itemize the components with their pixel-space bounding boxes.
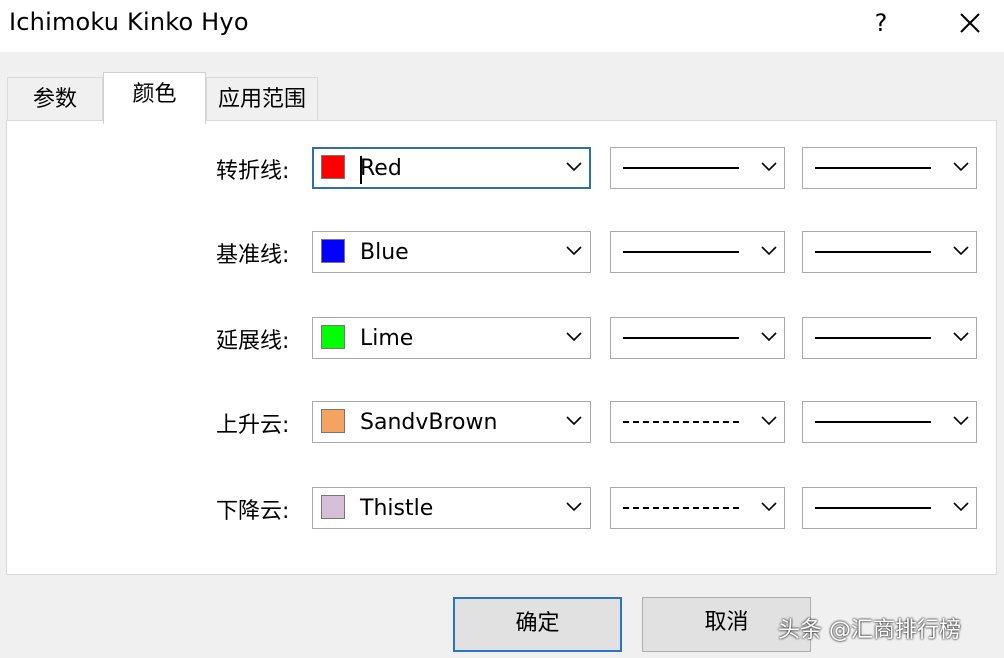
tab-colors[interactable]: 颜色	[103, 72, 206, 124]
chevron-down-icon	[761, 246, 777, 256]
chevron-down-icon	[761, 416, 777, 426]
chevron-down-icon	[566, 332, 582, 342]
line-width-select[interactable]	[802, 147, 977, 189]
color-select[interactable]: Red	[312, 147, 591, 189]
close-icon	[960, 13, 980, 33]
color-name: Thistle	[360, 496, 434, 521]
line-width-select[interactable]	[802, 317, 977, 359]
title-bar: Ichimoku Kinko Hyo ?	[0, 0, 1004, 52]
color-name: Red	[360, 156, 402, 181]
chevron-down-icon	[953, 246, 969, 256]
line-width-select[interactable]	[802, 231, 977, 273]
tab-scope[interactable]: 应用范围	[206, 77, 318, 121]
row-tenkan: 转折线: Red	[0, 147, 1004, 189]
line-style-preview	[623, 507, 739, 511]
watermark: 头条 @汇商排行榜	[778, 618, 961, 643]
color-name: Lime	[360, 326, 414, 351]
color-select[interactable]: Blue	[312, 231, 591, 273]
chevron-down-icon	[761, 502, 777, 512]
row-chikou: 延展线: Lime	[0, 317, 1004, 359]
line-style-select[interactable]	[610, 487, 785, 529]
line-width-preview	[815, 507, 931, 511]
chevron-down-icon	[953, 416, 969, 426]
line-width-preview	[815, 337, 931, 341]
help-icon: ?	[874, 9, 888, 37]
line-style-select[interactable]	[610, 147, 785, 189]
chevron-down-icon	[566, 416, 582, 426]
line-width-preview	[815, 167, 931, 171]
row-label: 延展线:	[216, 329, 290, 354]
tab-parameters[interactable]: 参数	[7, 77, 103, 121]
chevron-down-icon	[953, 162, 969, 172]
color-swatch	[321, 409, 345, 433]
line-width-select[interactable]	[802, 487, 977, 529]
line-style-select[interactable]	[610, 317, 785, 359]
color-name: Blue	[360, 240, 409, 265]
row-label: 基准线:	[216, 243, 290, 268]
chevron-down-icon	[566, 502, 582, 512]
line-width-select[interactable]	[802, 401, 977, 443]
color-swatch	[321, 239, 345, 263]
color-swatch	[321, 495, 345, 519]
line-style-preview	[623, 337, 739, 341]
color-name: SandvBrown	[360, 410, 498, 435]
line-style-select[interactable]	[610, 401, 785, 443]
line-style-select[interactable]	[610, 231, 785, 273]
color-swatch	[321, 325, 345, 349]
color-swatch	[321, 155, 345, 179]
tab-label: 应用范围	[217, 87, 306, 112]
ok-button[interactable]: 确定	[453, 597, 622, 652]
color-select[interactable]: SandvBrown	[312, 401, 591, 443]
line-width-preview	[815, 251, 931, 255]
chevron-down-icon	[566, 246, 582, 256]
close-button[interactable]	[952, 6, 988, 40]
tab-label: 参数	[32, 87, 77, 112]
chevron-down-icon	[953, 332, 969, 342]
row-label: 上升云:	[216, 413, 290, 438]
chevron-down-icon	[761, 332, 777, 342]
row-label: 下降云:	[216, 499, 290, 524]
line-style-preview	[623, 167, 739, 171]
row-down-cloud: 下降云: Thistle	[0, 487, 1004, 529]
chevron-down-icon	[761, 162, 777, 172]
row-up-cloud: 上升云: SandvBrown	[0, 401, 1004, 443]
row-kijun: 基准线: Blue	[0, 231, 1004, 273]
chevron-down-icon	[953, 502, 969, 512]
line-style-preview	[623, 251, 739, 255]
tab-label: 颜色	[132, 82, 177, 107]
line-style-preview	[623, 421, 739, 425]
help-button[interactable]: ?	[866, 6, 896, 40]
color-select[interactable]: Thistle	[312, 487, 591, 529]
line-width-preview	[815, 421, 931, 425]
row-label: 转折线:	[216, 159, 290, 184]
chevron-down-icon	[566, 162, 582, 172]
color-select[interactable]: Lime	[312, 317, 591, 359]
window-title: Ichimoku Kinko Hyo	[9, 8, 249, 36]
